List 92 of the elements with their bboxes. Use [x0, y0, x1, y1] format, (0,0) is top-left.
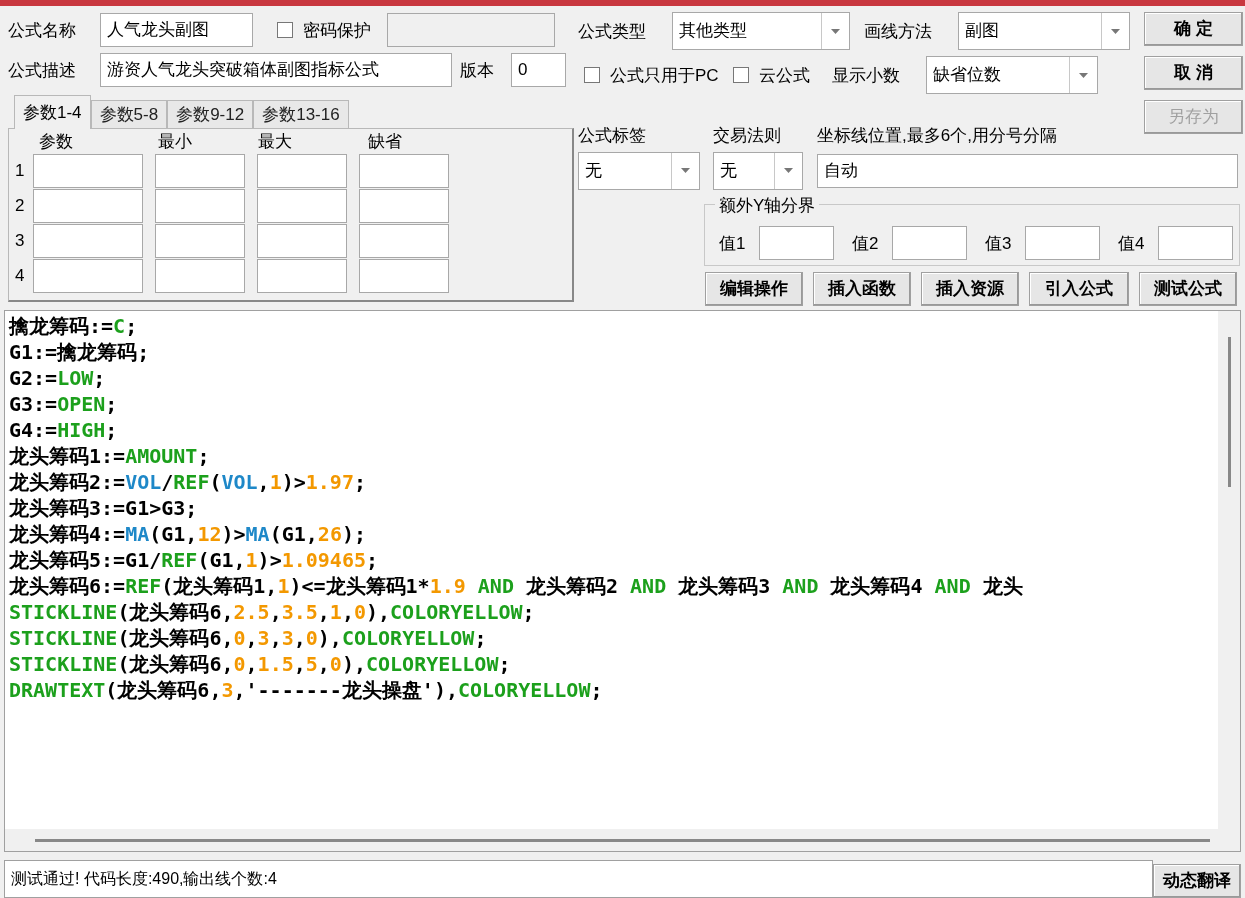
input-field[interactable] — [1025, 226, 1100, 260]
column-header: 最小 — [158, 131, 192, 154]
field-label: 值2 — [852, 234, 880, 252]
code-line: STICKLINE(龙头筹码6,0,3,3,0),COLORYELLOW; — [9, 625, 487, 651]
checkbox[interactable] — [277, 22, 293, 38]
caret-icon — [681, 168, 690, 174]
dropdown[interactable]: 缺省位数 — [925, 56, 1098, 94]
field-label: 画线方法 — [864, 22, 933, 40]
input-field[interactable] — [257, 259, 347, 293]
input-field[interactable] — [359, 224, 449, 258]
input-field[interactable] — [1158, 226, 1233, 260]
checkbox[interactable] — [584, 67, 600, 83]
code-line: G4:=HIGH; — [9, 417, 118, 443]
row-number: 1 — [15, 160, 26, 183]
code-line: G3:=OPEN; — [9, 391, 118, 417]
field-label: 显示小数 — [831, 66, 901, 84]
input-field[interactable] — [257, 224, 347, 258]
button[interactable]: 确 定 — [1144, 12, 1243, 46]
button[interactable]: 引入公式 — [1029, 272, 1129, 306]
code-line: 龙头筹码4:=MA(G1,12)>MA(G1,26); — [9, 521, 367, 547]
input-field[interactable]: 0 — [511, 53, 566, 87]
button[interactable]: 取 消 — [1144, 56, 1243, 90]
button[interactable]: 插入函数 — [813, 272, 911, 306]
input-field[interactable] — [257, 154, 347, 188]
vertical-scrollbar[interactable] — [1218, 311, 1240, 829]
caret-icon — [1111, 28, 1120, 34]
checkbox-label: 密码保护 — [303, 21, 371, 39]
tab[interactable]: 参数9-12 — [167, 100, 254, 128]
dropdown[interactable]: 其他类型 — [672, 12, 850, 50]
button[interactable]: 测试公式 — [1139, 272, 1237, 306]
button[interactable]: 动态翻译 — [1153, 864, 1241, 898]
input-field[interactable]: 游资人气龙头突破箱体副图指标公式 — [100, 53, 452, 87]
field-label: 值3 — [985, 234, 1013, 252]
field-label: 值1 — [719, 234, 747, 252]
field-label: 公式名称 — [8, 21, 77, 39]
caret-icon — [784, 168, 793, 174]
row-number: 4 — [15, 265, 26, 288]
code-line: 龙头筹码1:=AMOUNT; — [9, 443, 210, 469]
field-label: 值4 — [1118, 234, 1146, 252]
field-label: 版本 — [460, 61, 495, 79]
field-label: 交易法则 — [713, 127, 782, 145]
code-line: 龙头筹码6:=REF(龙头筹码1,1)<=龙头筹码1*1.9 AND 龙头筹码2 AND 龙头筹码3 AND 龙头筹码4 AND 龙头 — [9, 573, 1023, 599]
column-header: 缺省 — [368, 131, 402, 154]
field-label: 坐标线位置,最多6个,用分号分隔 — [817, 127, 1057, 145]
code-line: 龙头筹码5:=G1/REF(G1,1)>1.09465; — [9, 547, 379, 573]
input-field[interactable] — [155, 154, 245, 188]
input-field[interactable] — [33, 259, 143, 293]
input-field[interactable] — [359, 189, 449, 223]
input-field[interactable] — [759, 226, 834, 260]
dropdown[interactable]: 无 — [713, 151, 803, 190]
dropdown[interactable]: 副图 — [958, 12, 1130, 50]
input-field[interactable] — [33, 154, 143, 188]
column-header: 最大 — [258, 131, 292, 154]
code-line: 擒龙筹码:=C; — [9, 313, 138, 339]
caret-icon — [1078, 72, 1088, 78]
checkbox-label: 公式只用于PC — [610, 66, 719, 84]
input-field[interactable] — [359, 259, 449, 293]
checkbox-label: 云公式 — [758, 66, 810, 84]
field-label: 公式描述 — [8, 61, 77, 79]
input-field[interactable] — [155, 224, 245, 258]
checkbox[interactable] — [732, 67, 749, 83]
input-field[interactable] — [33, 224, 143, 258]
code-line: 龙头筹码3:=G1>G3; — [9, 495, 198, 521]
tab[interactable]: 参数13-16 — [253, 100, 349, 128]
button[interactable]: 插入资源 — [921, 272, 1019, 306]
horizontal-scrollbar[interactable] — [5, 829, 1240, 851]
input-field[interactable]: 人气龙头副图 — [100, 13, 253, 47]
button[interactable]: 编辑操作 — [705, 272, 803, 306]
caret-icon — [831, 28, 840, 34]
input-field[interactable] — [155, 189, 245, 223]
input-field[interactable] — [33, 189, 143, 223]
code-line: STICKLINE(龙头筹码6,2.5,3.5,1,0),COLORYELLOW; — [9, 599, 535, 625]
field-label: 公式类型 — [578, 22, 647, 40]
status-message: 测试通过! 代码长度:490,输出线个数:4 — [11, 869, 277, 889]
code-line: 龙头筹码2:=VOL/REF(VOL,1)>1.97; — [9, 469, 366, 495]
field-label: 公式标签 — [578, 127, 647, 145]
input-field[interactable] — [155, 259, 245, 293]
tab[interactable]: 参数1-4 — [14, 95, 91, 129]
code-line: DRAWTEXT(龙头筹码6,3,'-------龙头操盘'),COLORYELLOW; — [9, 677, 603, 703]
input-field[interactable] — [359, 154, 449, 188]
column-header: 参数 — [39, 131, 73, 154]
dropdown[interactable]: 无 — [578, 151, 700, 190]
password-field[interactable] — [387, 13, 555, 47]
input-field[interactable]: 自动 — [817, 153, 1238, 188]
input-field[interactable] — [892, 226, 967, 260]
input-field[interactable] — [257, 189, 347, 223]
code-line: G1:=擒龙筹码; — [9, 339, 150, 365]
code-line: G2:=LOW; — [9, 365, 106, 391]
row-number: 2 — [15, 195, 26, 218]
tab[interactable]: 参数5-8 — [90, 100, 168, 128]
row-number: 3 — [15, 230, 26, 253]
code-line: STICKLINE(龙头筹码6,0,1.5,5,0),COLORYELLOW; — [9, 651, 511, 677]
